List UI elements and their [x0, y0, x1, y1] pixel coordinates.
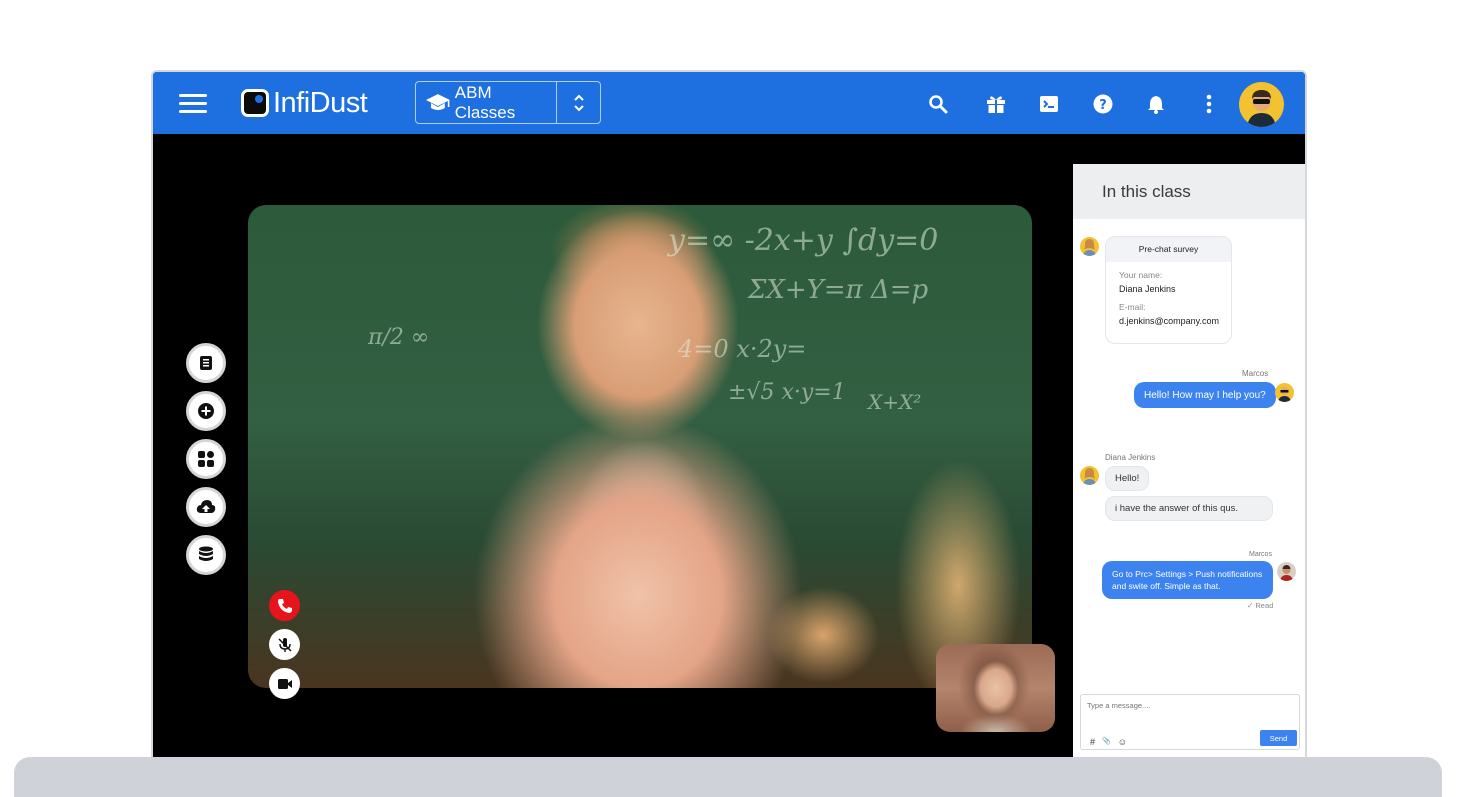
- message-input[interactable]: [1087, 701, 1287, 710]
- survey-name-value: Diana Jenkins: [1119, 284, 1176, 294]
- self-view-video[interactable]: [936, 644, 1055, 732]
- menu-icon[interactable]: [179, 94, 207, 114]
- cloud-upload-icon[interactable]: [186, 487, 226, 527]
- plus-circle-icon[interactable]: [186, 391, 226, 431]
- pre-chat-survey-card: Pre-chat survey Your name: Diana Jenkins…: [1105, 236, 1232, 344]
- graduation-cap-icon: [425, 93, 450, 110]
- class-selector-label: ABM Classes: [454, 82, 516, 122]
- svg-text:?: ?: [1099, 98, 1107, 113]
- read-status: ✓ Read: [1247, 601, 1274, 610]
- terminal-icon[interactable]: [1036, 91, 1062, 117]
- end-call-icon[interactable]: [269, 590, 300, 621]
- app-logo[interactable]: InfiDust: [241, 87, 368, 119]
- apps-icon[interactable]: [186, 439, 226, 479]
- gift-icon[interactable]: [983, 91, 1009, 117]
- bell-icon[interactable]: [1143, 91, 1169, 117]
- emoji-icon[interactable]: ☺: [1118, 737, 1127, 747]
- message-sender: Marcos: [1249, 551, 1272, 558]
- survey-email-label: E-mail:: [1119, 302, 1146, 312]
- survey-title: Pre-chat survey: [1106, 237, 1231, 262]
- chevron-up-down-icon: [557, 82, 600, 123]
- help-icon[interactable]: ?: [1090, 91, 1116, 117]
- chat-panel: In this class Pre-chat survey Your name:…: [1073, 164, 1305, 768]
- class-selector[interactable]: ABM Classes: [415, 81, 601, 124]
- top-bar: InfiDust ABM Classes ?: [153, 72, 1305, 134]
- chat-message: Go to Prc> Settings > Push notifications…: [1102, 561, 1273, 599]
- class-selector-value: ABM Classes: [416, 82, 557, 123]
- avatar: [1275, 383, 1294, 402]
- left-toolbar: [186, 343, 226, 583]
- send-button[interactable]: Send: [1260, 730, 1297, 746]
- document-icon[interactable]: [186, 343, 226, 383]
- survey-name-label: Your name:: [1119, 270, 1163, 280]
- message-sender: Marcos: [1242, 369, 1269, 378]
- hashtag-icon[interactable]: #: [1090, 737, 1095, 747]
- user-avatar[interactable]: [1239, 82, 1284, 127]
- survey-email-value: d.jenkins@company.com: [1119, 316, 1220, 326]
- search-icon[interactable]: [925, 91, 951, 117]
- database-icon[interactable]: [186, 535, 226, 575]
- bottom-bar: [14, 757, 1442, 797]
- call-controls: [269, 590, 301, 707]
- main-video-feed: y=∞ -2x+y ∫dy=0 ΣX+Y=π Δ=p 4=0 x·2y= ±√5…: [248, 205, 1032, 688]
- avatar: [1080, 466, 1099, 485]
- chat-message: Hello! How may I help you?: [1134, 382, 1276, 408]
- avatar: [1277, 562, 1296, 581]
- chat-message: Hello!: [1105, 466, 1150, 491]
- video-stage: y=∞ -2x+y ∫dy=0 ΣX+Y=π Δ=p 4=0 x·2y= ±√5…: [153, 134, 1073, 768]
- attachment-icon[interactable]: 📎: [1102, 737, 1111, 747]
- message-composer: # 📎 ☺ Send: [1080, 694, 1300, 750]
- avatar: [1080, 237, 1099, 256]
- message-sender: Diana Jenkins: [1105, 453, 1156, 462]
- app-window: InfiDust ABM Classes ? y=∞ -2x+y ∫dy=0 Σ…: [151, 70, 1307, 770]
- logo-icon: [241, 89, 269, 117]
- composer-tools: # 📎 ☺: [1090, 737, 1127, 747]
- more-vert-icon[interactable]: [1196, 91, 1222, 117]
- mic-off-icon[interactable]: [269, 629, 300, 660]
- app-name: InfiDust: [273, 87, 368, 119]
- chat-title: In this class: [1073, 164, 1305, 219]
- video-camera-icon[interactable]: [269, 668, 300, 699]
- chat-message: i have the answer of this qus.: [1105, 496, 1273, 521]
